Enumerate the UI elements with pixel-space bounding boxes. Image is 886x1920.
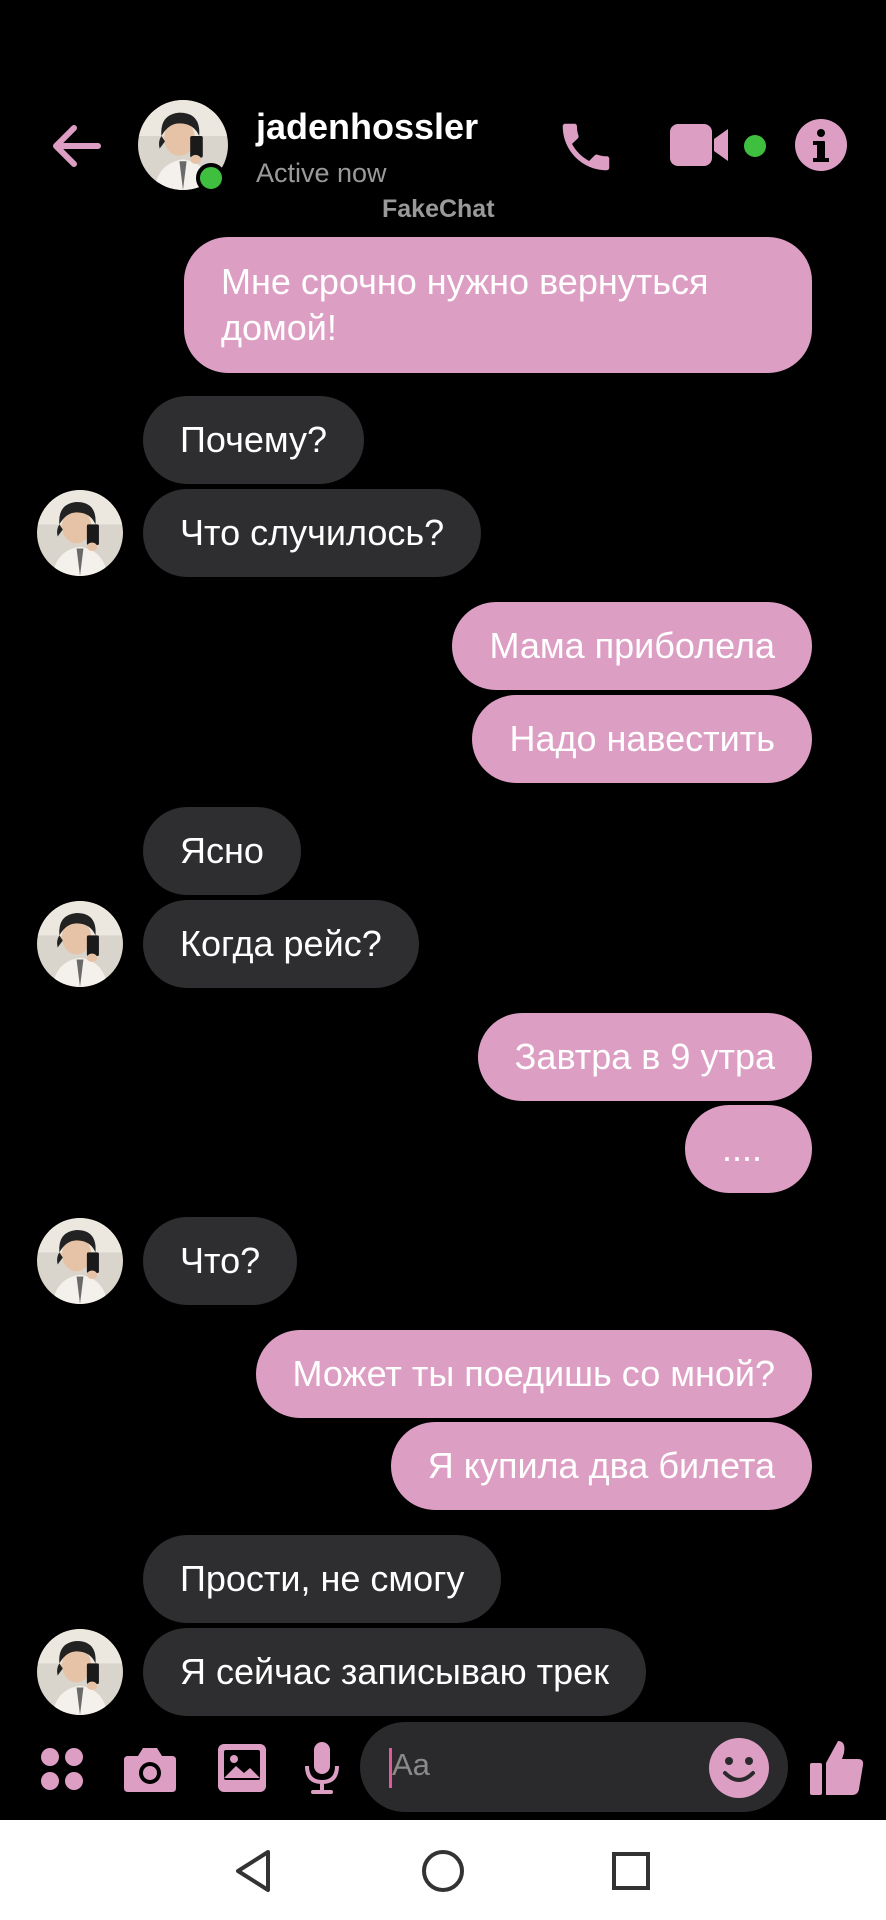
back-arrow-icon[interactable] bbox=[48, 118, 104, 174]
microphone-icon[interactable] bbox=[302, 1740, 342, 1796]
message-bubble-incoming[interactable]: Почему? bbox=[143, 396, 365, 484]
avatar-photo bbox=[37, 1218, 123, 1304]
phone-icon[interactable] bbox=[555, 116, 617, 178]
message-bubble-outgoing[interactable]: Мне срочно нужно вернуться домой! bbox=[184, 237, 812, 373]
message-bubble-outgoing[interactable]: Может ты поедишь со мной? bbox=[255, 1330, 812, 1418]
nav-back-icon[interactable] bbox=[232, 1848, 274, 1894]
message-bubble-outgoing[interactable]: Я купила два билета bbox=[390, 1422, 812, 1510]
message-bubble-incoming[interactable]: Я сейчас записываю трек bbox=[143, 1628, 646, 1716]
nav-recents-icon[interactable] bbox=[610, 1850, 652, 1892]
video-camera-icon[interactable] bbox=[670, 122, 736, 168]
thumbs-up-icon[interactable] bbox=[808, 1737, 866, 1797]
message-bubble-outgoing[interactable]: Завтра в 9 утра bbox=[477, 1013, 812, 1101]
sender-avatar[interactable] bbox=[37, 490, 123, 576]
sender-avatar[interactable] bbox=[37, 901, 123, 987]
message-bubble-outgoing[interactable]: .... bbox=[685, 1105, 812, 1193]
nav-home-icon[interactable] bbox=[420, 1848, 466, 1894]
sender-avatar[interactable] bbox=[37, 1629, 123, 1715]
emoji-icon[interactable] bbox=[708, 1737, 770, 1799]
online-indicator bbox=[196, 163, 226, 193]
watermark: FakeChat bbox=[382, 195, 495, 223]
avatar-photo bbox=[37, 901, 123, 987]
info-icon[interactable] bbox=[794, 118, 848, 172]
contact-name[interactable]: jadenhossler bbox=[256, 106, 478, 148]
message-bubble-incoming[interactable]: Прости, не смогу bbox=[143, 1535, 502, 1623]
message-bubble-incoming[interactable]: Что? bbox=[143, 1217, 298, 1305]
message-bubble-incoming[interactable]: Ясно bbox=[143, 807, 301, 895]
contact-status: Active now bbox=[256, 158, 387, 188]
message-bubble-outgoing[interactable]: Мама приболела bbox=[452, 602, 812, 690]
sender-avatar[interactable] bbox=[37, 1218, 123, 1304]
video-active-indicator bbox=[744, 135, 766, 157]
message-bubble-incoming[interactable]: Что случилось? bbox=[143, 489, 482, 577]
camera-icon[interactable] bbox=[122, 1744, 178, 1794]
image-icon[interactable] bbox=[216, 1742, 268, 1794]
message-bubble-outgoing[interactable]: Надо навестить bbox=[472, 695, 812, 783]
avatar-photo bbox=[37, 1629, 123, 1715]
message-input-placeholder: Aa bbox=[392, 1747, 430, 1782]
message-bubble-incoming[interactable]: Когда рейс? bbox=[143, 900, 419, 988]
apps-grid-icon[interactable] bbox=[38, 1745, 86, 1793]
avatar-photo bbox=[37, 490, 123, 576]
